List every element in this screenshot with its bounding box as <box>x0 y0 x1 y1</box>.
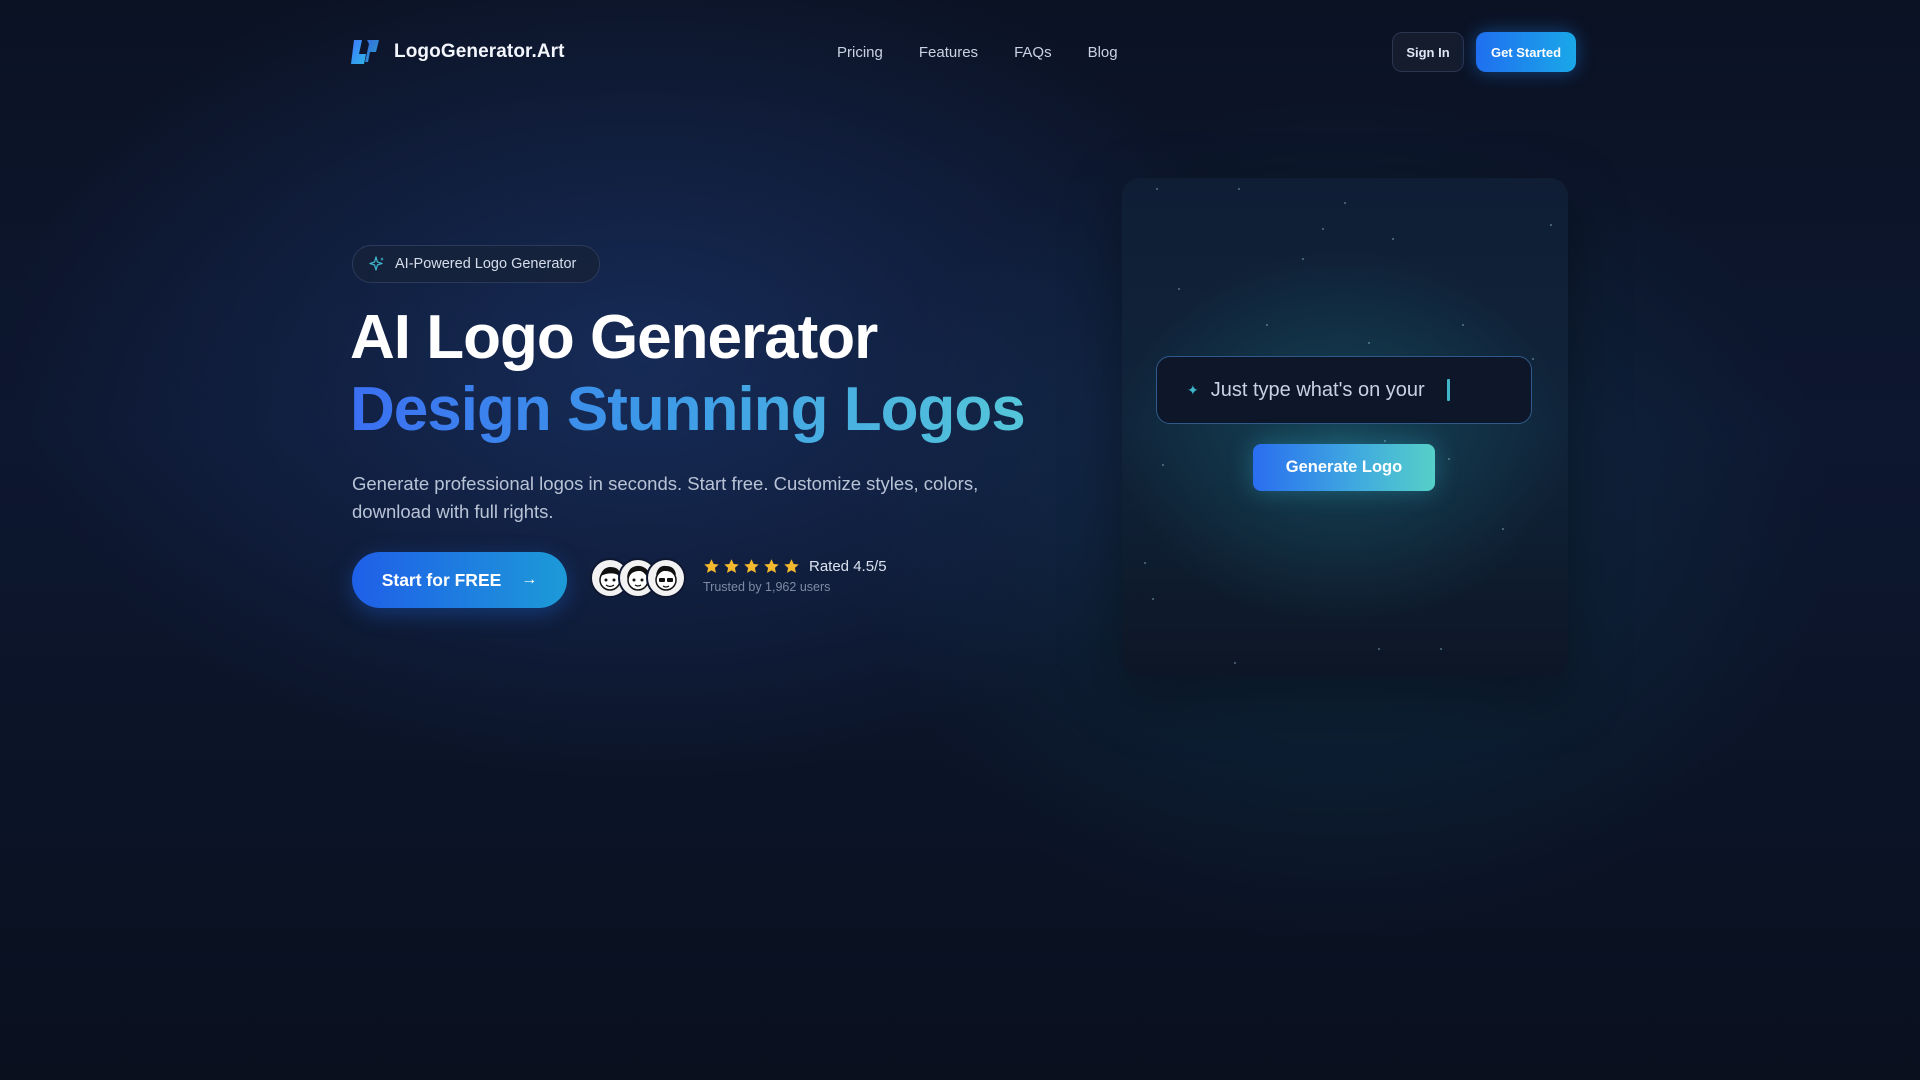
user-avatars <box>590 558 690 600</box>
nav-link-features[interactable]: Features <box>919 44 978 61</box>
text-cursor <box>1446 379 1450 401</box>
star-dot <box>1384 440 1386 442</box>
star-dot <box>1550 224 1552 226</box>
star-rating: Rated 4.5/5 <box>703 558 887 575</box>
star-dot <box>1162 464 1164 466</box>
star-dot <box>1392 238 1394 240</box>
sparkle-icon: ✦ <box>1187 381 1199 398</box>
star-icon <box>764 559 779 573</box>
start-free-label: Start for FREE <box>381 569 502 590</box>
star-dot <box>1448 458 1450 460</box>
star-dot <box>1234 662 1236 664</box>
star-dot <box>1178 288 1180 290</box>
star-dot <box>1238 188 1240 190</box>
rating-block: Rated 4.5/5 Trusted by 1,962 users <box>703 558 887 594</box>
star-dot <box>1344 202 1346 204</box>
sparkles-icon <box>369 256 384 271</box>
star-dot <box>1152 598 1154 600</box>
star-dot <box>1266 324 1268 326</box>
get-started-button[interactable]: Get Started <box>1476 32 1576 72</box>
prompt-text: Just type what's on your <box>1210 378 1425 401</box>
start-free-button[interactable]: Start for FREE → <box>352 552 567 608</box>
star-dot <box>1144 562 1146 564</box>
hero-subtitle: Generate professional logos in seconds. … <box>352 473 979 522</box>
logo-prompt-input[interactable]: ✦ Just type what's on your <box>1156 356 1532 424</box>
nav-link-blog[interactable]: Blog <box>1088 44 1118 61</box>
star-dot <box>1462 324 1464 326</box>
brand-name: LogoGenerator.Art <box>394 41 565 62</box>
star-dot <box>1378 648 1380 650</box>
hero-title: AI Logo Generator <box>350 303 878 372</box>
user-face-icon <box>655 565 677 591</box>
star-icon <box>744 559 759 573</box>
star-dot <box>1368 342 1370 344</box>
ai-powered-badge: AI-Powered Logo Generator <box>352 245 600 283</box>
nav-link-faqs[interactable]: FAQs <box>1014 44 1052 61</box>
star-dot <box>1532 358 1534 360</box>
nav-link-pricing[interactable]: Pricing <box>837 44 883 61</box>
logo-generator-card: ✦ Just type what's on your Generate Logo <box>1122 178 1568 676</box>
brand-home-link[interactable]: LogoGenerator.Art <box>350 38 565 66</box>
badge-text: AI-Powered Logo Generator <box>395 256 577 272</box>
star-dot <box>1302 258 1304 260</box>
star-dot <box>1322 228 1324 230</box>
star-icon <box>704 559 719 573</box>
avatar <box>646 558 686 598</box>
star-icon <box>784 559 799 573</box>
top-navigation: LogoGenerator.Art Pricing Features FAQs … <box>0 0 1920 104</box>
nav-links: Pricing Features FAQs Blog <box>837 40 1118 64</box>
sign-in-button[interactable]: Sign In <box>1392 32 1464 72</box>
star-dot <box>1440 648 1442 650</box>
star-dot <box>1502 528 1504 530</box>
generate-logo-button[interactable]: Generate Logo <box>1253 444 1435 491</box>
brand-logo-icon <box>351 40 379 64</box>
arrow-right-icon: → <box>521 571 538 588</box>
hero-title-gradient: Design Stunning Logos <box>350 375 1026 444</box>
trusted-users-text: Trusted by 1,962 users <box>703 580 831 594</box>
star-icon <box>724 559 739 573</box>
star-dot <box>1156 188 1158 190</box>
rating-text: Rated 4.5/5 <box>809 558 887 575</box>
